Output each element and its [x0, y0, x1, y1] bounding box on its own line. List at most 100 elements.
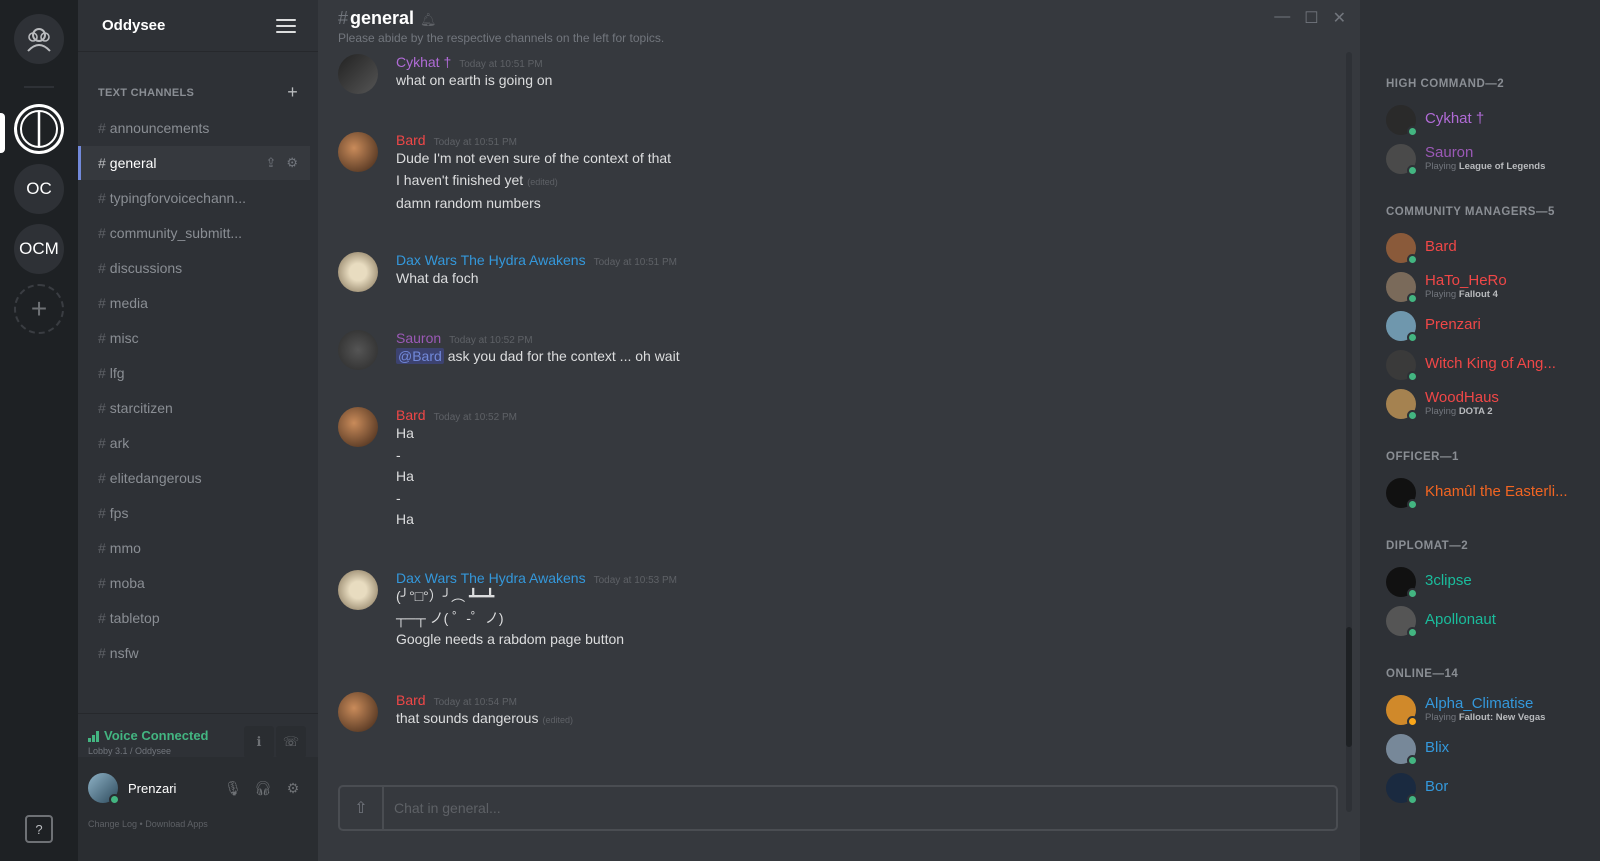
avatar[interactable] [338, 132, 378, 172]
channel-tabletop[interactable]: # tabletop [78, 601, 310, 635]
channel-mmo[interactable]: # mmo [78, 531, 310, 565]
menu-icon[interactable] [276, 18, 296, 33]
member-item[interactable]: Bard [1386, 228, 1590, 267]
message-author[interactable]: Bard [396, 692, 426, 708]
bell-icon[interactable]: 🔔︎ [420, 12, 437, 27]
settings-icon[interactable]: ⚙ [278, 773, 308, 803]
hash-icon: # [98, 505, 106, 521]
message-author[interactable]: Cykhat † [396, 54, 451, 70]
avatar[interactable] [338, 692, 378, 732]
avatar [1386, 388, 1418, 421]
channel-typingforvoicechann[interactable]: # typingforvoicechann... [78, 181, 310, 215]
member-item[interactable]: Bor [1386, 768, 1590, 807]
member-name: WoodHaus [1425, 390, 1499, 407]
message-author[interactable]: Dax Wars The Hydra Awakens [396, 570, 586, 586]
member-item[interactable]: Blix [1386, 729, 1590, 768]
channel-label: misc [109, 330, 139, 346]
message-text: - [396, 446, 401, 463]
channel-elitedangerous[interactable]: # elitedangerous [78, 461, 310, 495]
member-item[interactable]: HaTo_HeRo Playing Fallout 4 [1386, 267, 1590, 306]
close-icon[interactable]: ✕ [1333, 8, 1346, 28]
server-oc[interactable]: OC [14, 164, 64, 214]
channel-label: media [109, 295, 148, 311]
avatar [1386, 772, 1418, 805]
add-server-button[interactable]: + [14, 284, 64, 334]
avatar [1386, 310, 1418, 343]
member-item[interactable]: Khamûl the Easterli... [1386, 473, 1590, 512]
member-item[interactable]: Prenzari [1386, 306, 1590, 345]
avatar [1386, 694, 1418, 727]
member-item[interactable]: Apollonaut [1386, 601, 1590, 640]
upload-icon[interactable]: ⇧ [340, 787, 384, 829]
channel-label: mmo [109, 540, 141, 556]
message-list[interactable]: Cykhat † Today at 10:51 PM what on earth i… [318, 52, 1360, 861]
channel-starcitizen[interactable]: # starcitizen [78, 391, 310, 425]
channel-label: elitedangerous [109, 470, 202, 486]
channel-misc[interactable]: # misc [78, 321, 310, 355]
maximize-icon[interactable]: ☐ [1304, 8, 1318, 28]
channel-label: nsfw [109, 645, 139, 661]
member-name: Alpha_Climatise [1425, 696, 1534, 713]
headphones-icon[interactable]: 🎧︎ [248, 773, 278, 803]
guild-header[interactable]: Oddysee [78, 0, 318, 52]
channel-nsfw[interactable]: # nsfw [78, 636, 310, 670]
channel-media[interactable]: # media [78, 286, 310, 320]
message-text: ┬─┬ ノ( ゜-゜ノ) [396, 609, 504, 626]
member-item[interactable]: Sauron Playing League of Legends [1386, 139, 1590, 178]
microphone-icon[interactable]: 🎙︎ [218, 773, 248, 803]
info-icon[interactable]: ℹ [244, 726, 274, 758]
server-oddysee[interactable] [14, 104, 64, 154]
channel-lfg[interactable]: # lfg [78, 356, 310, 390]
member-name: Blix [1425, 740, 1450, 757]
member-item[interactable]: WoodHaus Playing DOTA 2 [1386, 384, 1590, 423]
hash-icon: # [98, 470, 106, 486]
user-mention[interactable]: @Bard [396, 348, 444, 364]
message-group: Bard Today at 10:51 PM Dude I'm not even s… [338, 132, 671, 215]
help-button[interactable]: ? [25, 815, 53, 843]
avatar[interactable] [338, 330, 378, 370]
message-input[interactable] [384, 787, 1336, 829]
message-author[interactable]: Sauron [396, 330, 441, 346]
channel-label: discussions [109, 260, 183, 276]
message-group: Cykhat † Today at 10:51 PM what on earth i… [338, 54, 552, 94]
hash-icon: # [98, 225, 106, 241]
minimize-icon[interactable]: — [1274, 8, 1290, 28]
message-author[interactable]: Dax Wars The Hydra Awakens [396, 252, 586, 268]
channel-moba[interactable]: # moba [78, 566, 310, 600]
message-text: that sounds dangerous (edited) [396, 710, 573, 726]
avatar[interactable] [338, 407, 378, 447]
message-timestamp: Today at 10:52 PM [449, 335, 533, 346]
message-timestamp: Today at 10:51 PM [593, 257, 677, 268]
member-item[interactable]: Cykhat † [1386, 100, 1590, 139]
channel-announcements[interactable]: # announcements [78, 111, 310, 145]
channel-fps[interactable]: # fps [78, 496, 310, 530]
avatar[interactable] [338, 54, 378, 94]
role-header: ONLINE—14 [1386, 668, 1459, 680]
avatar[interactable] [88, 773, 120, 805]
disconnect-icon[interactable]: ☏ [276, 726, 306, 758]
message-author[interactable]: Bard [396, 132, 426, 148]
channel-discussions[interactable]: # discussions [78, 251, 310, 285]
channel-community-submitt[interactable]: # community_submitt... [78, 216, 310, 250]
message-text: Google needs a rabdom page button [396, 631, 625, 647]
friends-icon[interactable] [14, 14, 64, 64]
member-name: Bor [1425, 779, 1449, 796]
channel-ark[interactable]: # ark [78, 426, 310, 460]
channel-general[interactable]: # general ⇪ ⚙ [78, 146, 310, 180]
chat-area: # general 🔔︎ Please abide by the respectiv… [318, 0, 1360, 861]
gear-icon[interactable]: ⚙ [286, 155, 298, 171]
member-item[interactable]: Witch King of Ang... [1386, 345, 1590, 384]
add-channel-button[interactable]: + [287, 82, 298, 103]
window-controls: — ☐ ✕ [1274, 8, 1346, 28]
scrollbar[interactable] [1346, 52, 1352, 812]
avatar[interactable] [338, 570, 378, 610]
member-item[interactable]: Alpha_Climatise Playing Fallout: New Vega… [1386, 690, 1590, 729]
server-ocm[interactable]: OCM [14, 224, 64, 274]
invite-icon[interactable]: ⇪ [265, 155, 276, 171]
user-panel: Prenzari 🎙︎ 🎧︎ ⚙ Change Log • Download A… [78, 757, 318, 861]
message-author[interactable]: Bard [396, 407, 426, 423]
avatar[interactable] [338, 252, 378, 292]
member-item[interactable]: 3clipse [1386, 562, 1590, 601]
footer-links[interactable]: Change Log • Download Apps [78, 803, 318, 829]
role-header: COMMUNITY MANAGERS—5 [1386, 206, 1555, 218]
